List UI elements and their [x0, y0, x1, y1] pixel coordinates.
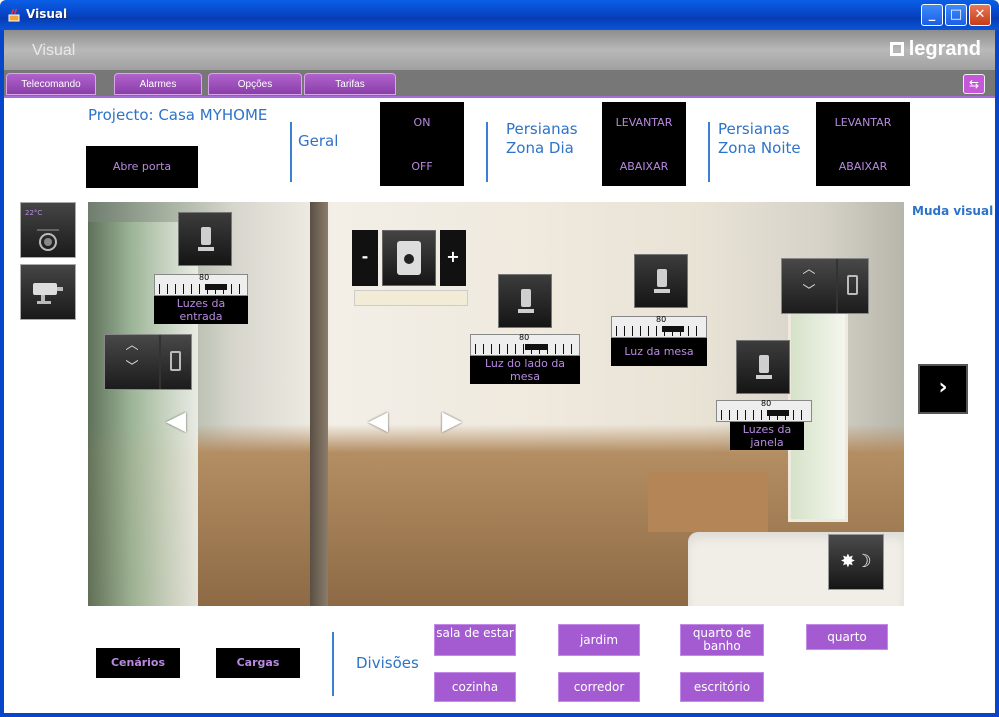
lamp-toggle-lado-mesa[interactable]: [498, 274, 552, 328]
zona-noite-levantar-button[interactable]: LEVANTAR: [816, 116, 910, 129]
legrand-logo-text: legrand: [908, 38, 981, 60]
app-header: Visual legrand: [4, 30, 995, 70]
app-name: Visual: [32, 42, 76, 59]
divisoes-label: Divisões: [356, 654, 419, 672]
geral-on-button[interactable]: ON: [380, 116, 464, 129]
door-frame: [310, 202, 328, 606]
volume-up-button[interactable]: +: [440, 230, 466, 286]
tab-opcoes[interactable]: Opções: [208, 73, 302, 95]
room-jardim-button[interactable]: jardim: [558, 624, 640, 656]
close-button[interactable]: ✕: [969, 4, 991, 26]
tab-strip: Telecomando Alarmes Opções Tarifas ⇆: [4, 70, 995, 98]
dimmer-level: 80: [761, 399, 772, 408]
nav-left-arrow-icon[interactable]: ◀: [166, 406, 186, 436]
cenarios-button[interactable]: Cenários: [96, 648, 180, 678]
dimmer-lado-mesa[interactable]: 80: [470, 333, 580, 356]
lamp-toggle-mesa[interactable]: [634, 254, 688, 308]
java-app-icon: [8, 8, 20, 22]
light-label-janela: Luzes da janela: [730, 422, 804, 450]
room-quarto-de-banho-button[interactable]: quarto de banho: [680, 624, 764, 656]
geral-label: Geral: [298, 132, 339, 150]
camera-icon: [33, 283, 63, 304]
zona-dia-abaixar-button[interactable]: ABAIXAR: [602, 160, 686, 173]
nav-left-arrow-icon[interactable]: ◀: [368, 406, 388, 436]
zona-noite-panel: LEVANTAR ABAIXAR: [816, 102, 910, 186]
thermostat-icon: [37, 229, 59, 251]
dimmer-level: 80: [519, 333, 530, 342]
next-view-button[interactable]: ›: [918, 364, 968, 414]
room-corredor-button[interactable]: corredor: [558, 672, 640, 702]
persianas-zona-noite-label: Persianas Zona Noite: [718, 120, 801, 157]
volume-down-button[interactable]: -: [352, 230, 378, 286]
camera-button[interactable]: [20, 264, 76, 320]
open-door-button[interactable]: Abre porta: [86, 146, 198, 188]
window-title: Visual: [26, 7, 68, 21]
light-label-lado-mesa: Luz do lado da mesa: [470, 356, 580, 384]
room-cozinha-button[interactable]: cozinha: [434, 672, 516, 702]
shutter-stop-button[interactable]: [161, 335, 191, 389]
cargas-button[interactable]: Cargas: [216, 648, 300, 678]
shutter-control-right: ︿ ﹀: [781, 258, 869, 314]
nav-right-arrow-icon[interactable]: ▶: [442, 406, 462, 436]
dining-table: [648, 472, 768, 532]
window-titlebar: Visual _ □ ✕: [0, 0, 999, 30]
minimize-button[interactable]: _: [921, 4, 943, 26]
light-label-mesa: Luz da mesa: [611, 338, 707, 366]
muda-visual-link[interactable]: Muda visual: [912, 204, 993, 219]
room-escritorio-button[interactable]: escritório: [680, 672, 764, 702]
thermostat-button[interactable]: 22°C: [20, 202, 76, 258]
shutter-stop-button[interactable]: [838, 259, 868, 313]
speaker-icon[interactable]: [382, 230, 436, 286]
dimmer-entrada[interactable]: 80: [154, 273, 248, 296]
shutter-up-down-button[interactable]: ︿ ﹀: [105, 335, 159, 389]
dimmer-mesa[interactable]: 80: [611, 315, 707, 338]
audio-status-bar: [354, 290, 468, 306]
geral-panel: ON OFF: [380, 102, 464, 186]
divider: [486, 122, 488, 182]
dimmer-janela[interactable]: 80: [716, 399, 812, 422]
room-sala-de-estar-button[interactable]: sala de estar: [434, 624, 516, 656]
legrand-logo: legrand: [889, 38, 981, 61]
maximize-button[interactable]: □: [945, 4, 967, 26]
room-quarto-button[interactable]: quarto: [806, 624, 888, 650]
persianas-zona-dia-label: Persianas Zona Dia: [506, 120, 578, 157]
zona-dia-panel: LEVANTAR ABAIXAR: [602, 102, 686, 186]
lamp-toggle-janela[interactable]: [736, 340, 790, 394]
day-night-icon[interactable]: ✸☽: [828, 534, 884, 590]
tab-alarmes[interactable]: Alarmes: [114, 73, 202, 95]
zona-dia-levantar-button[interactable]: LEVANTAR: [602, 116, 686, 129]
light-label-entrada: Luzes da entrada: [154, 296, 248, 324]
shutter-control-left: ︿ ﹀: [104, 334, 192, 390]
temperature-readout: 22°C: [25, 209, 43, 217]
divider: [708, 122, 710, 182]
lamp-toggle-entrada[interactable]: [178, 212, 232, 266]
dimmer-level: 80: [199, 273, 210, 282]
shutter-up-down-button[interactable]: ︿ ﹀: [782, 259, 836, 313]
legrand-logo-mark: [889, 42, 904, 56]
geral-off-button[interactable]: OFF: [380, 160, 464, 173]
project-title: Projecto: Casa MYHOME: [88, 106, 268, 124]
divider: [290, 122, 292, 182]
tab-telecomando[interactable]: Telecomando: [6, 73, 96, 95]
audio-control: - +: [352, 230, 468, 308]
divider: [332, 632, 334, 696]
dimmer-level: 80: [656, 315, 667, 324]
tab-tarifas[interactable]: Tarifas: [304, 73, 396, 95]
zona-noite-abaixar-button[interactable]: ABAIXAR: [816, 160, 910, 173]
exit-icon[interactable]: ⇆: [963, 74, 985, 94]
